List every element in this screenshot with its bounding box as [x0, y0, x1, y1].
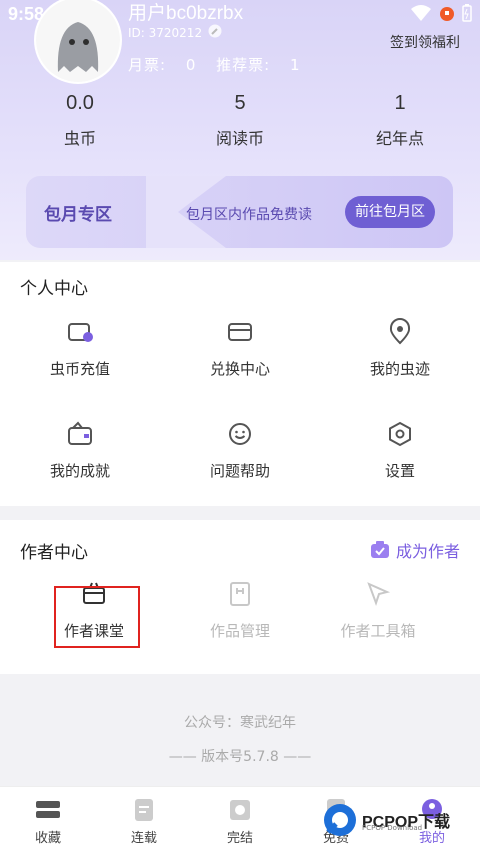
- official-account: 公众号：寒武纪年: [184, 715, 296, 731]
- stat-coins[interactable]: 0.0 虫币: [0, 92, 160, 149]
- bag-icon: [68, 421, 92, 445]
- pcpop-watermark: PCPOP下载 PCPOP Download: [322, 802, 450, 838]
- document-icon: [135, 799, 153, 821]
- bookshelf-icon: [36, 801, 60, 818]
- monthly-zone-banner[interactable]: 包月专区 包月区内作品免费读 前往包月区: [26, 176, 453, 248]
- battery-icon: [462, 4, 472, 26]
- grid-item-label: 虫币充值: [49, 360, 110, 378]
- stat-value: 1: [394, 92, 406, 114]
- watermark-subtext: PCPOP Download: [362, 824, 423, 832]
- grid-item-label: 我的成就: [49, 462, 110, 480]
- monthly-zone-title: 包月专区: [44, 205, 112, 225]
- tab-label: 完结: [226, 831, 253, 846]
- wifi-icon: [410, 4, 432, 26]
- grid-item-label: 问题帮助: [209, 462, 270, 480]
- location-pin-icon: [389, 318, 411, 345]
- stats-row: 0.0 虫币 5 阅读币 1 纪年点: [0, 92, 480, 149]
- pcpop-logo-icon: [324, 804, 356, 836]
- stat-value: 5: [234, 92, 246, 114]
- status-time: 9:58: [8, 4, 45, 24]
- stat-value: 0.0: [66, 92, 94, 114]
- tab-favorites[interactable]: 收藏: [0, 787, 96, 852]
- alarm-icon: [438, 4, 456, 26]
- become-author-link[interactable]: 成为作者: [370, 538, 460, 562]
- avatar[interactable]: [36, 0, 120, 82]
- stat-reading-coins[interactable]: 5 阅读币: [160, 92, 320, 149]
- grid-item-label: 作者工具箱: [340, 622, 416, 640]
- grid-item-achievements[interactable]: 我的成就: [0, 420, 160, 481]
- card-icon: [228, 323, 252, 341]
- personal-center-title: 个人中心: [20, 279, 88, 299]
- monthly-ticket-value: 0: [185, 56, 197, 74]
- stat-label: 虫币: [63, 129, 96, 148]
- grid-item-label: 我的虫迹: [369, 360, 430, 378]
- username: 用户bc0bzrbx: [128, 3, 244, 24]
- tab-completed[interactable]: 完结: [192, 787, 288, 852]
- edit-icon[interactable]: [208, 24, 222, 41]
- book-icon: [230, 582, 250, 606]
- status-icons: [410, 4, 472, 26]
- author-center-title: 作者中心: [20, 543, 88, 563]
- stat-label: 阅读币: [215, 129, 264, 148]
- wallet-coin-icon: [68, 323, 93, 342]
- signin-reward-link[interactable]: 签到领福利: [390, 32, 460, 52]
- grid-item-footprints[interactable]: 我的虫迹: [320, 318, 480, 379]
- stat-era-points[interactable]: 1 纪年点: [320, 92, 480, 149]
- grid-item-exchange[interactable]: 兑换中心: [160, 318, 320, 379]
- smile-icon: [229, 423, 251, 445]
- grid-item-label: 兑换中心: [209, 360, 270, 378]
- hexagon-settings-icon: [389, 421, 411, 447]
- grid-item-help[interactable]: 问题帮助: [160, 420, 320, 481]
- grid-item-works-management[interactable]: 作品管理: [160, 580, 320, 641]
- user-id: ID: 3720212: [128, 24, 222, 41]
- footer-info: 公众号：寒武纪年 —— 版本号5.7.8 ——: [0, 712, 480, 766]
- version-number: —— 版本号5.7.8 ——: [168, 749, 312, 765]
- grid-item-label: 作品管理: [209, 622, 270, 640]
- monthly-zone-description: 包月区内作品免费读: [186, 207, 312, 223]
- go-monthly-zone-button[interactable]: 前往包月区: [345, 196, 435, 228]
- highlight-annotation-box: [54, 586, 140, 648]
- tab-serializing[interactable]: 连载: [96, 787, 192, 852]
- tab-label: 连载: [130, 831, 157, 846]
- personal-center-card: 个人中心 虫币充值 兑换中心 我的虫迹 我的成就 问题帮助 设置: [0, 262, 480, 506]
- cursor-icon: [367, 582, 391, 607]
- recommend-ticket-value: 1: [290, 56, 301, 74]
- monthly-ticket-label: 月票:: [128, 56, 167, 74]
- grid-item-label: 设置: [384, 462, 415, 480]
- stat-label: 纪年点: [375, 129, 424, 148]
- grid-item-settings[interactable]: 设置: [320, 420, 480, 481]
- user-id-text: ID: 3720212: [128, 25, 203, 40]
- camera-box-icon: [230, 800, 250, 820]
- grid-item-author-toolbox[interactable]: 作者工具箱: [298, 580, 458, 641]
- become-author-label: 成为作者: [395, 542, 460, 561]
- tab-label: 收藏: [34, 831, 61, 846]
- recommend-ticket-label: 推荐票:: [216, 56, 271, 74]
- grid-item-recharge[interactable]: 虫币充值: [0, 318, 160, 379]
- ghost-avatar-icon: [36, 0, 120, 82]
- clipboard-icon: [370, 541, 389, 558]
- ticket-counts: 月票: 0 推荐票: 1: [128, 54, 301, 75]
